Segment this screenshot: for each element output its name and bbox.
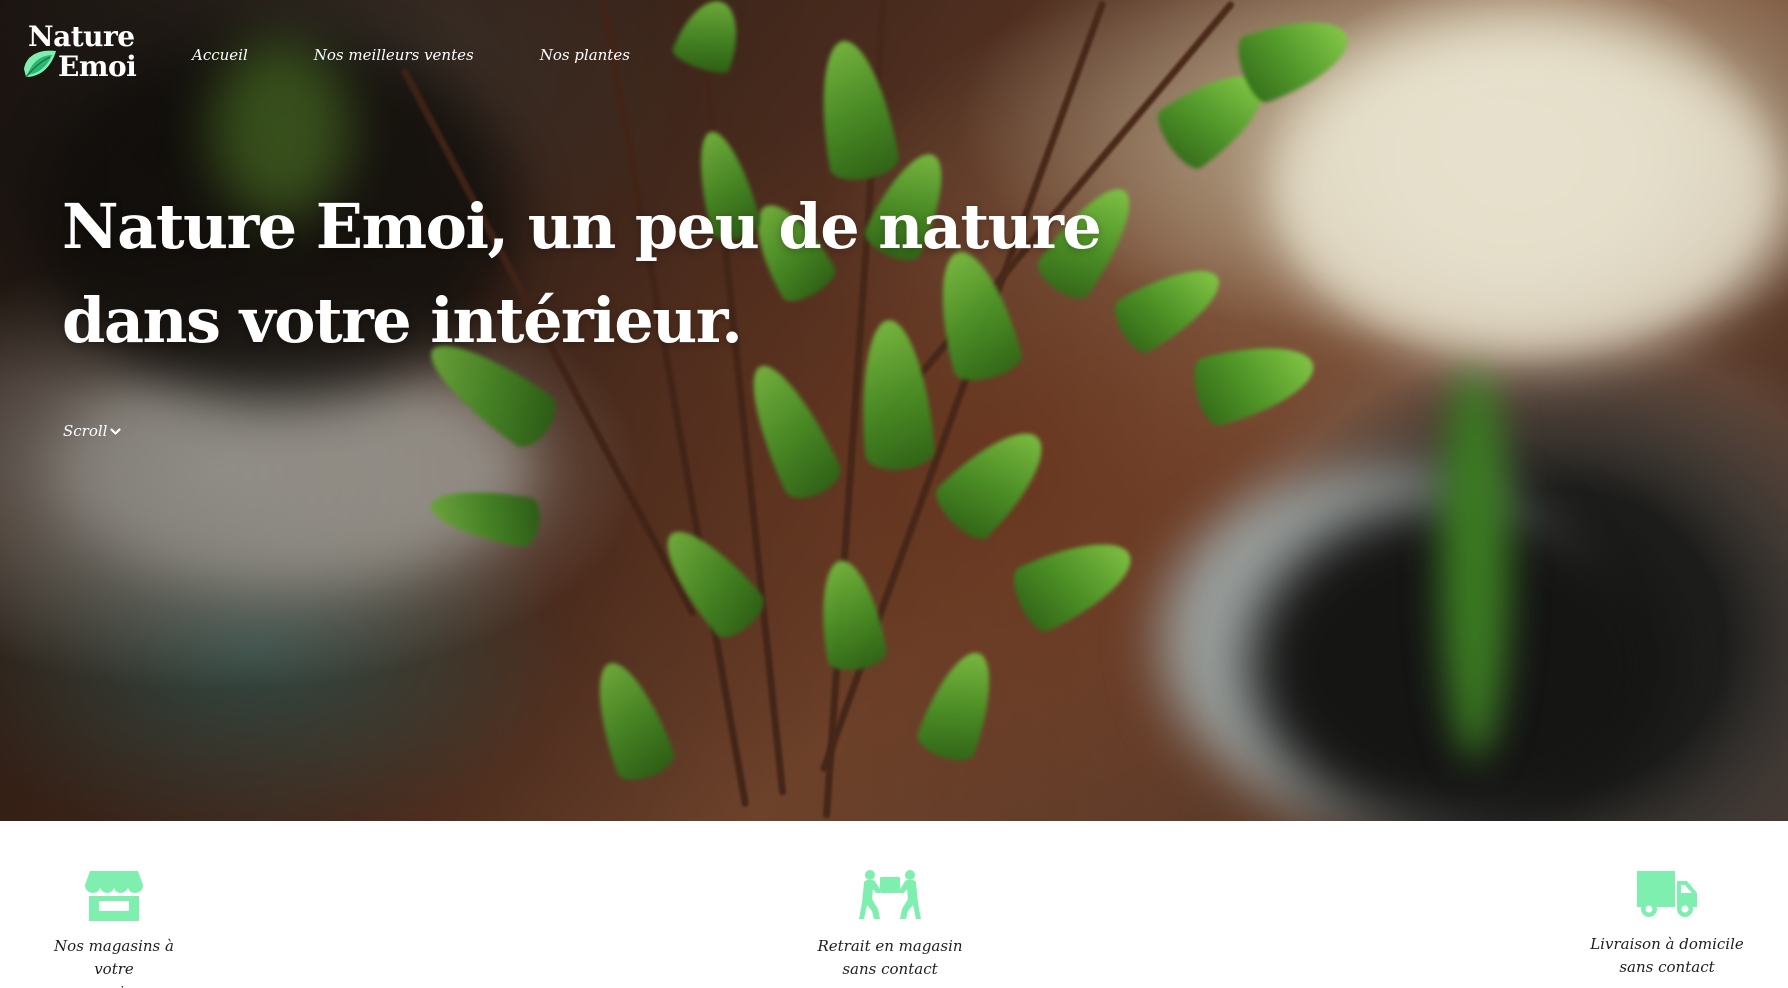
service-pickup: Retrait en magasin sans contact xyxy=(810,821,970,981)
service-label-line-2: sans contact xyxy=(1619,958,1715,976)
service-stores: Nos magasins à votre service xyxy=(33,821,195,988)
service-label-line-1: Livraison à domicile xyxy=(1590,935,1744,953)
logo-line-2: Emoi xyxy=(58,50,137,83)
nav-link-accueil[interactable]: Accueil xyxy=(192,46,248,64)
nav-link-best-sellers[interactable]: Nos meilleurs ventes xyxy=(314,46,474,64)
service-label-line-1: Nos magasins à votre xyxy=(54,937,174,978)
service-label: Livraison à domicile sans contact xyxy=(1586,933,1748,979)
service-label-line-2: sans contact xyxy=(842,960,938,978)
hero-headline: Nature Emoi, un peu de nature dans votre… xyxy=(62,180,1102,368)
brand-logo[interactable]: Nature Emoi xyxy=(22,22,162,86)
logo-line-1: Nature xyxy=(28,20,135,53)
hero-headline-line-2: dans votre intérieur. xyxy=(62,284,743,357)
service-label-line-1: Retrait en magasin xyxy=(817,937,963,955)
hero-overlay xyxy=(0,0,1788,821)
service-label-line-2: service xyxy=(33,981,195,988)
store-icon xyxy=(85,871,143,921)
service-label: Nos magasins à votre service xyxy=(33,935,195,988)
main-nav: Accueil Nos meilleurs ventes Nos plantes xyxy=(192,46,630,64)
hero-section: Nature Emoi Accueil Nos meilleurs ventes… xyxy=(0,0,1788,821)
people-carry-icon xyxy=(859,870,921,919)
scroll-label: Scroll xyxy=(63,422,108,440)
services-section: Nos magasins à votre service Retrait en … xyxy=(0,821,1788,988)
service-delivery: Livraison à domicile sans contact xyxy=(1586,821,1748,979)
service-label: Retrait en magasin sans contact xyxy=(810,935,970,981)
hero-headline-line-1: Nature Emoi, un peu de nature xyxy=(62,190,1102,263)
nav-link-plants[interactable]: Nos plantes xyxy=(540,46,630,64)
scroll-link[interactable]: Scroll xyxy=(63,422,122,440)
chevron-down-icon xyxy=(110,427,122,435)
truck-icon xyxy=(1637,871,1697,917)
